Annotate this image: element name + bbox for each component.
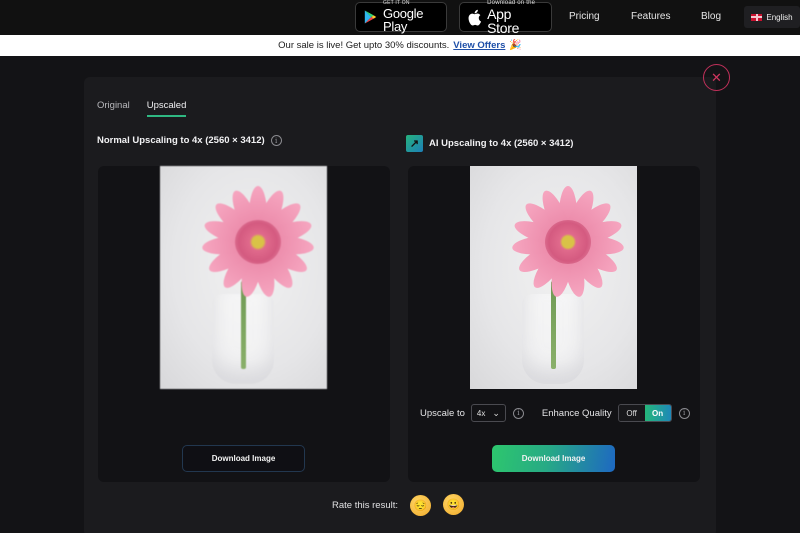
toggle-on-option[interactable]: On bbox=[644, 405, 671, 421]
upscale-info-icon[interactable]: i bbox=[512, 407, 524, 419]
normal-upscaled-image bbox=[160, 166, 327, 389]
tab-original[interactable]: Original bbox=[97, 100, 130, 117]
enhance-info-icon[interactable]: i bbox=[678, 407, 690, 419]
language-label: English bbox=[766, 12, 793, 22]
apple-icon bbox=[468, 9, 482, 25]
normal-upscaling-title-text: Normal Upscaling to 4x (2560 × 3412) bbox=[97, 135, 265, 146]
info-icon[interactable]: i bbox=[270, 135, 282, 146]
happy-face-glyph: 😀 bbox=[446, 499, 461, 511]
download-ai-image-button[interactable]: Download Image bbox=[492, 445, 615, 472]
google-play-big-text: Google Play bbox=[383, 6, 424, 34]
close-modal-button[interactable]: ✕ bbox=[703, 64, 730, 91]
nav-link-features[interactable]: Features bbox=[631, 11, 670, 22]
app-store-big-text: App Store bbox=[487, 5, 520, 36]
happy-face-icon[interactable]: 😀 bbox=[443, 494, 464, 515]
tab-upscaled[interactable]: Upscaled bbox=[146, 100, 187, 117]
nav-link-blog[interactable]: Blog bbox=[701, 11, 721, 22]
upscale-factor-value: 4x bbox=[476, 408, 486, 418]
uk-flag-icon bbox=[751, 13, 763, 21]
nav-link-pricing[interactable]: Pricing bbox=[569, 11, 600, 22]
enhance-quality-toggle[interactable]: Off On bbox=[617, 404, 672, 422]
sale-banner-text: Our sale is live! Get upto 30% discounts… bbox=[278, 40, 450, 51]
rating-row: Rate this result: 😔 😀 bbox=[332, 494, 464, 516]
language-selector[interactable]: English bbox=[744, 6, 800, 28]
chevron-down-icon: ⌄ bbox=[492, 407, 500, 418]
ai-upscaling-title-text: AI Upscaling to 4x (2560 × 3412) bbox=[429, 138, 574, 149]
flower-shape bbox=[190, 178, 326, 306]
sad-face-icon[interactable]: 😔 bbox=[410, 495, 431, 516]
ai-upscaled-image bbox=[470, 166, 637, 389]
view-tabs: Original Upscaled bbox=[97, 100, 187, 117]
party-popper-icon: 🎉 bbox=[509, 40, 522, 51]
sale-banner: Our sale is live! Get upto 30% discounts… bbox=[0, 35, 800, 56]
close-icon: ✕ bbox=[711, 69, 722, 85]
sad-face-glyph: 😔 bbox=[413, 500, 428, 512]
view-offers-link[interactable]: View Offers bbox=[453, 40, 505, 51]
app-store-small-text: Download on the bbox=[487, 0, 536, 6]
ai-upscale-icon: ↗ bbox=[406, 135, 423, 152]
flower-shape bbox=[500, 178, 636, 306]
ai-upscale-controls: Upscale to 4x ⌄ i Enhance Quality Off On… bbox=[420, 404, 690, 422]
upscale-factor-select[interactable]: 4x ⌄ bbox=[470, 404, 506, 422]
download-normal-image-button[interactable]: Download Image bbox=[182, 445, 305, 472]
rating-label: Rate this result: bbox=[332, 500, 398, 511]
google-play-icon bbox=[364, 10, 377, 24]
normal-upscaling-title: Normal Upscaling to 4x (2560 × 3412) i bbox=[97, 135, 282, 146]
enhance-quality-label: Enhance Quality bbox=[541, 407, 612, 419]
google-play-button[interactable]: GET IT ON Google Play bbox=[355, 1, 447, 34]
app-store-button[interactable]: Download on the App Store bbox=[459, 0, 552, 36]
ai-upscaling-title: ↗ AI Upscaling to 4x (2560 × 3412) bbox=[406, 135, 573, 152]
top-nav: GET IT ON Google Play Download on the Ap… bbox=[0, 0, 800, 35]
toggle-off-option[interactable]: Off bbox=[618, 405, 645, 421]
upscale-to-label: Upscale to bbox=[420, 407, 465, 419]
